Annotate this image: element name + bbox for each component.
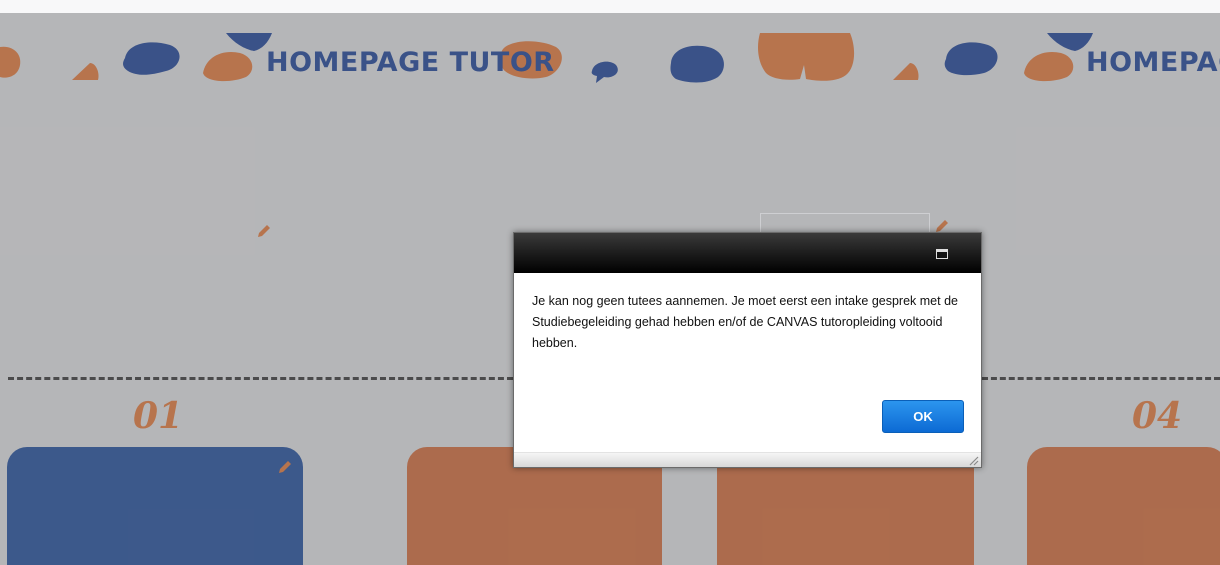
maximize-icon[interactable] (936, 249, 948, 259)
dialog-titlebar[interactable] (514, 233, 981, 273)
step-number-1: 01 (133, 395, 184, 437)
dialog-message: Je kan nog geen tutees aannemen. Je moet… (532, 294, 958, 350)
ok-button[interactable]: OK (882, 400, 964, 433)
homepage-banner: HOMEPAGE TUTOR HOMEPAGE (0, 13, 1220, 98)
timeline-dashed-line (982, 377, 1220, 380)
banner-blobs (0, 33, 1093, 83)
timeline-dashed-line (8, 377, 513, 380)
banner-title-repeat: HOMEPAGE (1086, 47, 1220, 78)
dialog-footer (514, 452, 981, 467)
alert-dialog: Je kan nog geen tutees aannemen. Je moet… (513, 232, 982, 468)
resize-grip-icon[interactable] (968, 455, 979, 466)
step-number-4: 04 (1132, 395, 1183, 437)
edit-pencil-icon[interactable] (277, 459, 293, 475)
step-card-4 (1027, 447, 1220, 565)
banner-title: HOMEPAGE TUTOR (266, 47, 555, 78)
step-card-1 (7, 447, 303, 565)
edit-pencil-icon[interactable] (256, 223, 272, 239)
